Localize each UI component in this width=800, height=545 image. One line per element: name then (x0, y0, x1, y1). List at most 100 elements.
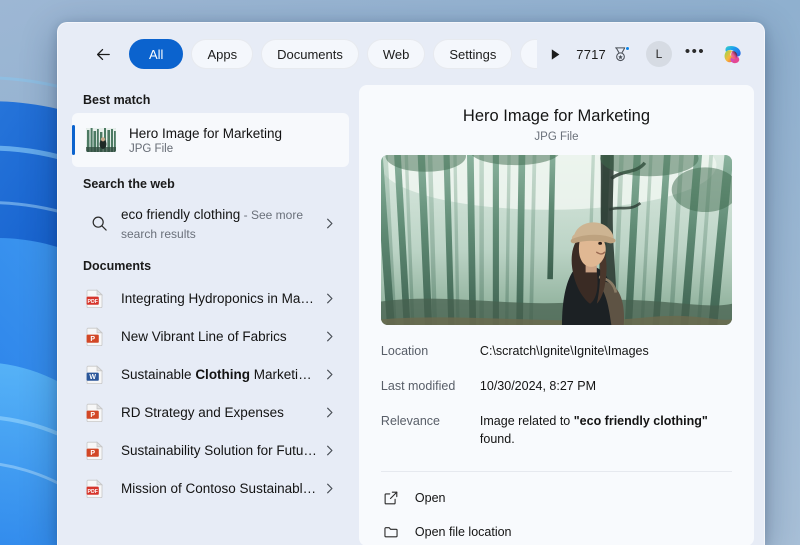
pdf-file-icon-wrap: PDF (86, 288, 112, 308)
word-file-icon-wrap: W (86, 364, 112, 384)
account-avatar[interactable]: L (646, 41, 672, 67)
web-search-suffix: - See more (240, 208, 304, 223)
document-result-chevron[interactable] (319, 482, 341, 495)
pdf-file-icon-wrap: PDF (86, 478, 112, 498)
rewards-button[interactable]: 7717 (568, 42, 637, 67)
best-match-result[interactable]: Hero Image for Marketing JPG File (72, 113, 349, 167)
document-result-row[interactable]: P New Vibrant Line of Fabrics (72, 317, 349, 355)
best-match-header: Best match (83, 93, 151, 107)
filter-pill-documents[interactable]: Documents (261, 39, 359, 69)
powerpoint-file-icon: P (86, 402, 104, 422)
preview-image[interactable] (380, 155, 732, 325)
powerpoint-file-icon: P (86, 326, 104, 346)
web-search-chevron[interactable] (319, 217, 341, 230)
document-result-title: Mission of Contoso Sustainable F... (121, 480, 319, 496)
filter-pill-folders-label: Folders (536, 47, 537, 62)
scroll-forward-button[interactable] (542, 39, 568, 69)
chevron-right-icon (327, 445, 333, 455)
chevron-right-icon (327, 483, 333, 493)
desktop-background: All Apps Documents Web Settings Folders … (0, 0, 800, 545)
document-result-chevron[interactable] (319, 330, 341, 343)
copilot-button[interactable] (716, 38, 748, 70)
rewards-medal-wrap (612, 45, 630, 63)
back-button[interactable] (88, 39, 118, 69)
document-result-chevron[interactable] (319, 368, 341, 381)
document-result-row[interactable]: PDF Mission of Contoso Sustainable F... (72, 469, 349, 507)
web-search-line1: eco friendly clothing - See more (121, 204, 319, 226)
documents-section: Documents PDF Integrating Hydroponics in … (72, 249, 349, 507)
document-result-row[interactable]: P Sustainability Solution for Future ... (72, 431, 349, 469)
document-result-chevron[interactable] (319, 406, 341, 419)
documents-list: PDF Integrating Hydroponics in Manu... P Ne… (72, 279, 349, 507)
svg-text:PDF: PDF (88, 298, 98, 304)
filter-pill-all[interactable]: All (129, 39, 184, 69)
search-toolbar: All Apps Documents Web Settings Folders … (58, 23, 764, 85)
filter-pill-apps-label: Apps (207, 46, 238, 62)
metadata-label: Last modified (380, 379, 456, 394)
metadata-value: Image related to "eco friendly clothing"… (479, 414, 708, 447)
preview-subtitle: JPG File (534, 131, 579, 143)
best-match-title: Hero Image for Marketing (129, 125, 283, 141)
document-result-chevron[interactable] (319, 444, 341, 457)
best-match-text: Hero Image for Marketing JPG File (129, 126, 282, 155)
copilot-icon (724, 45, 741, 63)
document-result-chevron[interactable] (319, 292, 341, 305)
windows-search-window: All Apps Documents Web Settings Folders … (57, 22, 765, 545)
chevron-right-icon (327, 407, 333, 417)
filter-pill-apps[interactable]: Apps (191, 39, 254, 69)
filter-pill-settings-label: Settings (449, 46, 497, 62)
toolbar-right-group: 7717 L ••• (568, 38, 748, 70)
preview-pane: Hero Image for Marketing JPG File Locati… (358, 85, 754, 545)
filter-pill-folders[interactable]: Folders (520, 39, 538, 69)
filter-pill-settings[interactable]: Settings (433, 39, 513, 69)
powerpoint-file-icon: P (86, 440, 104, 460)
svg-text:P: P (90, 449, 95, 456)
document-result-row[interactable]: P RD Strategy and Expenses (72, 393, 349, 431)
play-triangle-icon (551, 48, 560, 60)
metadata-list: Location C:\scratch\Ignite\Ignite\Images L… (381, 342, 732, 449)
powerpoint-file-icon-wrap: P (86, 440, 112, 460)
metadata-row: Last modified 10/30/2024, 8:27 PM (381, 377, 732, 395)
rewards-notification-dot (625, 45, 630, 51)
search-the-web-section: Search the web eco friendly clothing - S… (72, 167, 349, 249)
filter-pill-group: All Apps Documents Web Settings Folders … (129, 39, 538, 69)
metadata-label: Relevance (380, 414, 440, 429)
document-result-title: New Vibrant Line of Fabrics (121, 328, 287, 344)
pdf-file-icon: PDF (86, 478, 104, 498)
open-external-icon-wrap (383, 490, 415, 506)
search-icon-wrap (86, 215, 112, 232)
action-open[interactable]: Open (381, 484, 732, 513)
chevron-right-icon (327, 369, 333, 379)
metadata-value: 10/30/2024, 8:27 PM (479, 379, 596, 394)
search-icon (92, 216, 107, 231)
more-options-button[interactable]: ••• (681, 40, 709, 68)
web-search-text: eco friendly clothing - See more search … (121, 204, 319, 242)
web-search-line2: search results (121, 226, 196, 241)
folder-icon-wrap (383, 524, 415, 540)
filter-pill-all-label: All (149, 46, 164, 62)
filter-pill-web[interactable]: Web (366, 39, 426, 69)
action-open-file-location[interactable]: Open file location (381, 518, 732, 545)
filter-pill-documents-label: Documents (277, 46, 343, 62)
metadata-row: Relevance Image related to "eco friendly … (381, 412, 732, 448)
svg-text:W: W (89, 373, 96, 380)
action-label: Open file location (414, 525, 512, 539)
word-file-icon: W (86, 364, 104, 384)
pdf-file-icon: PDF (86, 288, 104, 308)
account-initial: L (655, 47, 663, 61)
metadata-row: Location C:\scratch\Ignite\Ignite\Images (381, 342, 732, 360)
search-the-web-header: Search the web (83, 177, 175, 191)
action-list: OpenOpen file locationShare (381, 484, 732, 545)
document-result-row[interactable]: PDF Integrating Hydroponics in Manu... (72, 279, 349, 317)
arrow-left-icon (96, 48, 110, 60)
web-search-result[interactable]: eco friendly clothing - See more search … (72, 197, 349, 249)
open-external-icon (384, 491, 398, 505)
document-result-title: Sustainable Clothing Marketing ... (121, 366, 319, 382)
filter-pill-web-label: Web (382, 46, 410, 62)
documents-header: Documents (83, 259, 152, 273)
folder-icon (384, 527, 398, 538)
metadata-value: C:\scratch\Ignite\Ignite\Images (479, 344, 649, 358)
document-result-row[interactable]: W Sustainable Clothing Marketing ... (72, 355, 349, 393)
rewards-count: 7717 (576, 46, 606, 62)
powerpoint-file-icon-wrap: P (86, 402, 112, 422)
